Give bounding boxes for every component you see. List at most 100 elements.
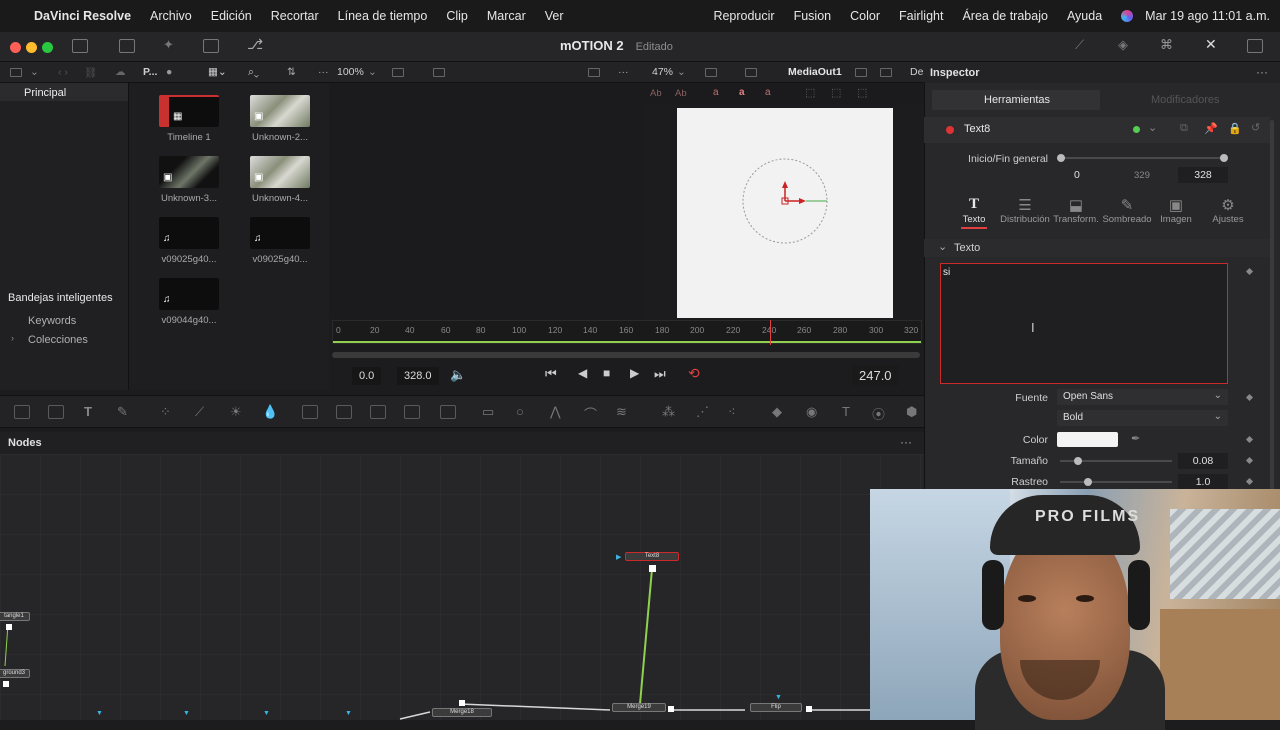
go-to-start-icon[interactable]: ⏮ xyxy=(545,366,557,382)
clip-item[interactable]: ▦ Timeline 1 xyxy=(149,95,229,143)
crop-tool-icon[interactable] xyxy=(440,405,456,419)
chevron-right-icon[interactable]: › xyxy=(11,333,14,343)
node-output-port[interactable] xyxy=(806,706,812,712)
font-family-select[interactable]: Open Sans ⌄ xyxy=(1057,389,1228,405)
text-frame-icon[interactable]: ⬚ xyxy=(857,86,867,99)
node-input-icon[interactable]: ▼ xyxy=(775,694,782,701)
fit-icon[interactable] xyxy=(705,68,717,77)
clip-item[interactable]: ♫ v09025g40... xyxy=(240,217,320,265)
tracking-slider-handle[interactable] xyxy=(1084,478,1092,486)
inspector-scrollbar[interactable] xyxy=(1270,120,1274,490)
spline-icon[interactable]: ⟋ xyxy=(1075,37,1091,52)
menu-ayuda[interactable]: Ayuda xyxy=(1067,9,1102,23)
out-point[interactable]: 328.0 xyxy=(397,367,439,385)
clip-item[interactable]: ▣ Unknown-2... xyxy=(240,95,320,143)
node-input-icon[interactable]: ▼ xyxy=(96,710,103,717)
node-input-icon[interactable]: ▼ xyxy=(345,710,352,717)
range-end[interactable]: 328 xyxy=(1178,167,1228,183)
range-end-handle[interactable] xyxy=(1220,154,1228,162)
node-output-port[interactable] xyxy=(459,700,465,706)
text-tool-icon[interactable]: T xyxy=(84,404,92,419)
clips-icon[interactable] xyxy=(203,39,219,53)
merge-tool-icon[interactable] xyxy=(302,405,318,419)
transform-widget[interactable] xyxy=(677,108,893,318)
maximize-window-icon[interactable] xyxy=(42,42,53,53)
node-output-port[interactable] xyxy=(668,706,674,712)
node-input-icon[interactable]: ▶ xyxy=(616,553,621,561)
eyedropper-icon[interactable]: ✒ xyxy=(1131,432,1140,445)
menu-ver[interactable]: Ver xyxy=(545,9,564,23)
subtab-imagen[interactable]: ▣ Imagen xyxy=(1146,196,1206,225)
play-icon[interactable]: ▶ xyxy=(630,366,639,380)
text-tool-a[interactable]: a xyxy=(765,87,771,98)
sidebar-toggle-icon[interactable] xyxy=(10,68,22,77)
lock-icon[interactable]: 🔒 xyxy=(1228,122,1242,135)
paint-tool-icon[interactable] xyxy=(48,405,64,419)
background-tool-icon[interactable] xyxy=(14,405,30,419)
link-icon[interactable]: ⛓ xyxy=(84,66,97,79)
monitor-icon[interactable] xyxy=(1247,39,1263,53)
grid-view-icon[interactable]: ▦⌄ xyxy=(208,66,227,78)
more-icon[interactable]: ··· xyxy=(1256,65,1268,79)
text3d-tool-icon[interactable]: T xyxy=(842,404,850,419)
inspector-toggle-icon[interactable]: ✕ xyxy=(1205,36,1221,52)
version-icon[interactable]: ⧉ xyxy=(1180,122,1188,135)
subtab-ajustes[interactable]: ⚙ Ajustes xyxy=(1198,196,1258,225)
merge3d-tool-icon[interactable]: ◉ xyxy=(806,404,817,420)
current-frame[interactable]: 247.0 xyxy=(852,365,899,386)
media-zoom[interactable]: 100% xyxy=(337,66,364,78)
play-reverse-icon[interactable]: ◀ xyxy=(578,366,587,380)
shape3d-tool-icon[interactable]: ◆ xyxy=(772,404,782,420)
media-pool-icon[interactable] xyxy=(119,39,135,53)
text-tool-ab[interactable]: Ab xyxy=(650,88,662,99)
menu-app-name[interactable]: DaVinci Resolve xyxy=(34,9,131,23)
view-mode-icon[interactable] xyxy=(392,68,404,77)
node-rectangle1[interactable]: tangle1 xyxy=(0,612,30,621)
mask-tool-icon[interactable] xyxy=(370,405,386,419)
resize-tool-icon[interactable] xyxy=(404,405,420,419)
camera3d-tool-icon[interactable]: ⦿ xyxy=(872,404,885,423)
text-frame-icon[interactable]: ⬚ xyxy=(831,86,841,99)
go-to-end-icon[interactable]: ⏭ xyxy=(654,366,666,382)
pin-icon[interactable]: 📌 xyxy=(1204,122,1218,135)
node-output-port[interactable] xyxy=(3,681,9,687)
cloud-icon[interactable]: ☁ xyxy=(115,66,126,78)
more-icon[interactable]: ··· xyxy=(618,66,629,78)
reset-icon[interactable]: ↺ xyxy=(1251,121,1260,134)
keyframes-icon[interactable]: ◈ xyxy=(1118,37,1134,52)
effects-icon[interactable]: ✦ xyxy=(163,37,179,52)
node-output-port[interactable] xyxy=(649,565,656,572)
minimize-window-icon[interactable] xyxy=(26,42,37,53)
node-editor[interactable]: Text8 ▶ Merge19 Merge18 Flip ▼ tangle1 g… xyxy=(0,454,924,720)
menu-color[interactable]: Color xyxy=(850,9,880,23)
particles-tool-icon[interactable]: ⁘ xyxy=(160,404,171,420)
wand-tool-icon[interactable]: ≋ xyxy=(616,404,627,420)
clip-item[interactable]: ▣ Unknown-3... xyxy=(149,156,229,204)
dropdown-icon[interactable] xyxy=(72,39,88,53)
siri-icon[interactable] xyxy=(1121,10,1134,22)
viewer-node-name[interactable]: MediaOut1 xyxy=(788,66,842,78)
node-input-icon[interactable]: ▼ xyxy=(263,710,270,717)
lut-icon[interactable] xyxy=(880,68,892,77)
sort-icon[interactable]: ⇅ xyxy=(287,66,296,78)
playhead[interactable] xyxy=(770,320,771,345)
roi-icon[interactable] xyxy=(745,68,757,77)
menu-fusion[interactable]: Fusion xyxy=(794,9,832,23)
search-icon[interactable]: ⌕⌄ xyxy=(248,66,259,79)
view-options-icon[interactable] xyxy=(433,68,445,77)
smart-bins-header[interactable]: Bandejas inteligentes xyxy=(8,292,113,304)
render3d-tool-icon[interactable]: ⬢ xyxy=(906,404,917,420)
clip-item[interactable]: ♫ v09044g40... xyxy=(149,278,229,326)
time-ruler[interactable]: 0 20 40 60 80 100 120 140 160 180 200 22… xyxy=(332,320,922,344)
viewer-canvas[interactable] xyxy=(677,108,893,318)
tab-herramientas[interactable]: Herramientas xyxy=(932,90,1100,110)
pbounce-tool-icon[interactable]: ⋰ xyxy=(696,404,709,420)
node-text8[interactable]: Text8 xyxy=(625,552,679,561)
warp-tool-icon[interactable]: ⟋ xyxy=(195,404,204,420)
tab-modificadores[interactable]: Modificadores xyxy=(1100,90,1270,110)
clip-item[interactable]: ▣ Unknown-4... xyxy=(240,156,320,204)
volume-icon[interactable]: 🔈 xyxy=(450,367,466,383)
bin-principal[interactable]: Principal xyxy=(24,87,66,99)
node-background3[interactable]: ground3 xyxy=(0,669,30,678)
menu-edicion[interactable]: Edición xyxy=(211,9,252,23)
